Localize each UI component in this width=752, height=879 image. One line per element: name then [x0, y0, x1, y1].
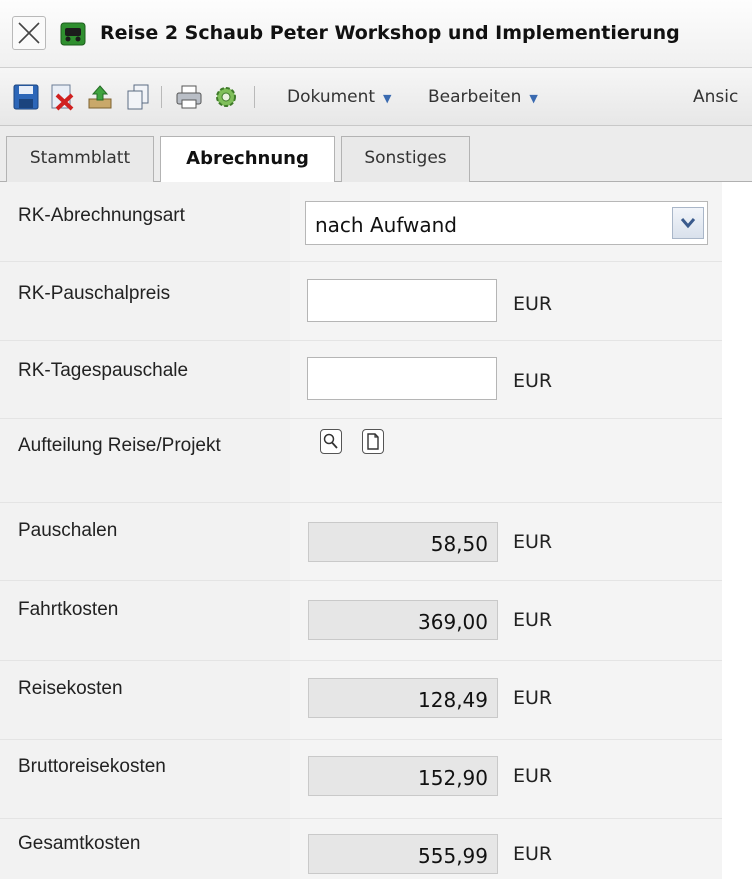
- dropdown-button[interactable]: [672, 207, 704, 239]
- fahrtkosten-label: Fahrtkosten: [18, 599, 119, 620]
- caret-down-icon: ▼: [529, 92, 538, 105]
- fahrtkosten-value: 369,00: [308, 600, 498, 640]
- unit-label: EUR: [513, 765, 553, 787]
- gesamtkosten-value: 555,99: [308, 834, 498, 874]
- row-divider: [0, 340, 722, 341]
- tab-sonstiges[interactable]: Sonstiges: [341, 136, 470, 182]
- reisekosten-label: Reisekosten: [18, 678, 123, 699]
- pauschalen-value: 58,50: [308, 522, 498, 562]
- abrechnungsart-label: RK-Abrechnungsart: [18, 205, 185, 226]
- pauschalpreis-label: RK-Pauschalpreis: [18, 283, 171, 304]
- toolbar: Dokument ▼ Bearbeiten ▼ Ansic: [0, 68, 752, 126]
- export-icon[interactable]: [86, 83, 114, 111]
- search-icon: [323, 433, 338, 449]
- close-button[interactable]: [12, 16, 46, 50]
- row-divider: [0, 418, 722, 419]
- caret-down-icon: ▼: [383, 92, 392, 105]
- row-divider: [0, 818, 722, 819]
- toolbar-separator: [254, 86, 255, 108]
- abrechnungsart-select[interactable]: nach Aufwand: [305, 201, 708, 245]
- menu-label: Bearbeiten: [428, 87, 522, 107]
- print-icon[interactable]: [175, 83, 203, 111]
- unit-label: EUR: [513, 370, 553, 392]
- tagespauschale-label: RK-Tagespauschale: [18, 360, 189, 381]
- bruttoreisekosten-label: Bruttoreisekosten: [18, 756, 166, 777]
- pauschalpreis-input[interactable]: [307, 279, 497, 322]
- pauschalen-label: Pauschalen: [18, 520, 118, 541]
- unit-label: EUR: [513, 687, 553, 709]
- select-value: nach Aufwand: [315, 213, 457, 237]
- gesamtkosten-label: Gesamtkosten: [18, 833, 141, 854]
- reisekosten-value: 128,49: [308, 678, 498, 718]
- tagespauschale-input[interactable]: [307, 357, 497, 400]
- tab-abrechnung[interactable]: Abrechnung: [160, 136, 335, 183]
- toolbar-separator: [161, 86, 162, 108]
- tab-label: Sonstiges: [364, 148, 447, 168]
- row-divider: [0, 261, 722, 262]
- chevron-down-icon: [680, 218, 696, 229]
- save-icon[interactable]: [12, 83, 40, 111]
- menu-label: Dokument: [287, 87, 376, 107]
- menu-ansicht[interactable]: Ansic: [693, 87, 738, 107]
- gear-icon[interactable]: [212, 83, 240, 111]
- window-title: Reise 2 Schaub Peter Workshop und Implem…: [100, 22, 680, 44]
- window-titlebar: Reise 2 Schaub Peter Workshop und Implem…: [0, 0, 752, 68]
- bruttoreisekosten-value: 152,90: [308, 756, 498, 796]
- menu-label: Ansic: [693, 87, 739, 107]
- tab-label: Abrechnung: [186, 148, 309, 169]
- tab-label: Stammblatt: [29, 148, 131, 168]
- menu-bearbeiten[interactable]: Bearbeiten ▼: [428, 87, 538, 107]
- unit-label: EUR: [513, 531, 553, 553]
- unit-label: EUR: [513, 843, 553, 865]
- aufteilung-label: Aufteilung Reise/Projekt: [18, 435, 221, 456]
- delete-document-icon[interactable]: [48, 83, 76, 111]
- copy-icon[interactable]: [124, 83, 152, 111]
- unit-label: EUR: [513, 293, 553, 315]
- search-button[interactable]: [320, 429, 342, 454]
- document-button[interactable]: [362, 429, 384, 454]
- row-divider: [0, 502, 722, 503]
- menu-dokument[interactable]: Dokument ▼: [287, 87, 392, 107]
- close-icon: [18, 22, 40, 44]
- row-divider: [0, 580, 722, 581]
- row-divider: [0, 660, 722, 661]
- vehicle-icon: [60, 22, 86, 46]
- document-icon: [367, 433, 379, 450]
- tab-bar: Stammblatt Abrechnung Sonstiges: [0, 126, 752, 183]
- unit-label: EUR: [513, 609, 553, 631]
- row-divider: [0, 739, 722, 740]
- tab-stammblatt[interactable]: Stammblatt: [6, 136, 154, 182]
- abrechnung-form: RK-Abrechnungsart nach Aufwand RK-Pausch…: [0, 182, 752, 879]
